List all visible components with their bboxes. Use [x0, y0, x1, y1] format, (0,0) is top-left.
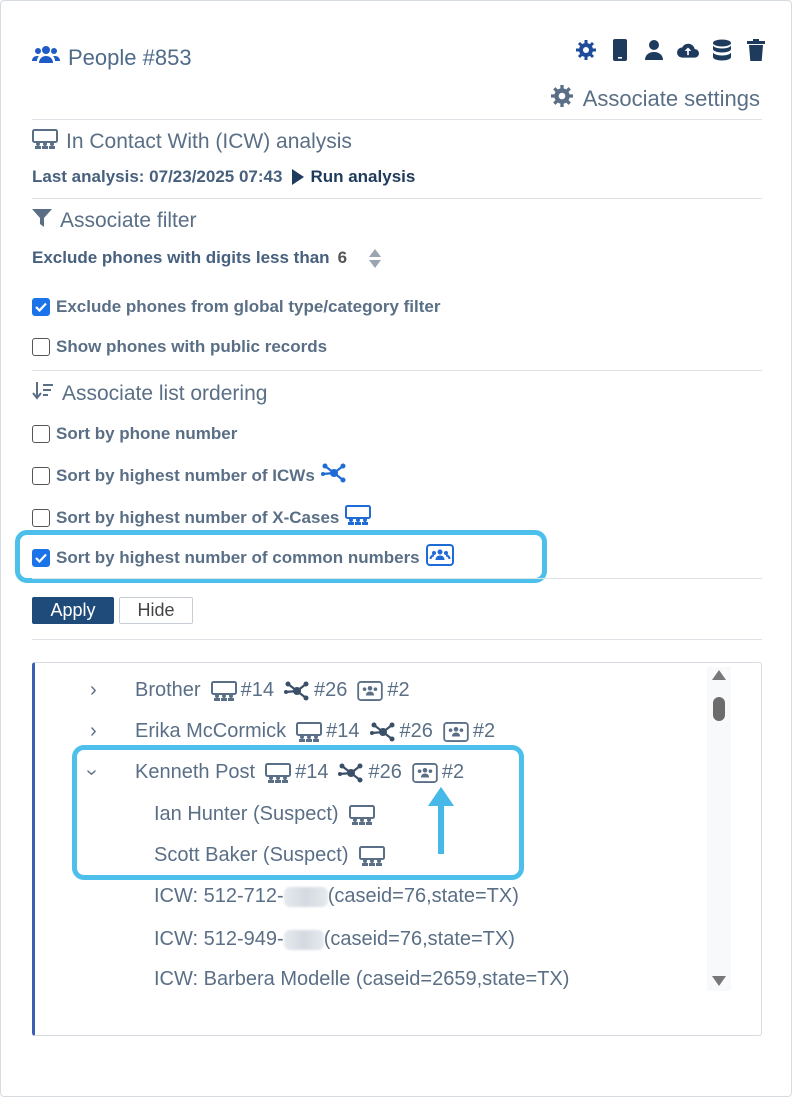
associate-name: Brother	[135, 679, 201, 701]
exclude-global-checkbox[interactable]	[32, 298, 50, 316]
settings-gear-icon[interactable]	[575, 39, 597, 61]
sort-phone-label: Sort by phone number	[56, 424, 238, 443]
sort-phone-option[interactable]: Sort by phone number	[32, 424, 237, 444]
gear-icon	[550, 85, 573, 113]
play-icon	[292, 169, 305, 185]
sort-phone-checkbox[interactable]	[32, 425, 50, 443]
icw-heading: In Contact With (ICW) analysis	[32, 129, 352, 155]
number-spinner[interactable]	[369, 248, 382, 268]
network-icon	[283, 681, 309, 700]
ordering-heading: Associate list ordering	[32, 381, 267, 407]
page-title: People #853	[32, 45, 192, 71]
people-panel: People #853 Associate settings In Contac…	[0, 0, 792, 1097]
min-digits-label: Exclude phones with digits less than	[32, 248, 330, 267]
divider	[32, 119, 762, 120]
mobile-phone-icon[interactable]	[609, 39, 631, 61]
trash-icon[interactable]	[745, 39, 767, 61]
icw-count: #26	[283, 679, 347, 702]
associate-row-erika-mccormick[interactable]: Erika McCormick #14 #26 #2	[135, 720, 495, 743]
divider	[32, 578, 762, 579]
common-count: #2	[443, 720, 495, 743]
expand-chevron-icon[interactable]: ›	[90, 720, 97, 743]
sort-xcases-label: Sort by highest number of X-Cases	[56, 507, 340, 527]
sort-icw-option[interactable]: Sort by highest number of ICWs	[32, 463, 347, 488]
min-digits-row: Exclude phones with digits less than 6	[32, 248, 382, 268]
filter-heading: Associate filter	[32, 208, 197, 234]
ordering-heading-text: Associate list ordering	[62, 382, 268, 405]
common-count: #2	[357, 679, 410, 702]
redacted-digits	[283, 886, 328, 907]
x-cases-icon	[32, 129, 58, 155]
common-numbers-icon	[443, 721, 469, 742]
run-analysis-button[interactable]: Run analysis	[292, 167, 415, 187]
divider	[32, 198, 762, 199]
sort-icon	[32, 381, 54, 407]
scroll-up-arrow[interactable]	[712, 670, 726, 680]
header-toolbar	[575, 39, 767, 61]
sort-icw-label: Sort by highest number of ICWs	[56, 465, 315, 485]
show-public-checkbox[interactable]	[32, 338, 50, 356]
sort-xcases-checkbox[interactable]	[32, 508, 50, 527]
expand-chevron-icon[interactable]: ›	[90, 679, 97, 702]
x-cases-icon	[345, 504, 372, 531]
cloud-upload-icon[interactable]	[677, 39, 699, 61]
sort-icw-checkbox[interactable]	[32, 466, 50, 485]
redacted-digits	[283, 929, 324, 950]
scroll-down-arrow[interactable]	[712, 976, 726, 986]
associate-name: Erika McCormick	[135, 720, 287, 742]
show-public-records-option[interactable]: Show phones with public records	[32, 337, 327, 357]
exclude-global-filter-option[interactable]: Exclude phones from global type/category…	[32, 297, 440, 317]
icw-row[interactable]: ICW: 512-949- (caseid=76,state=TX)	[154, 928, 515, 951]
min-digits-value[interactable]: 6	[338, 248, 347, 268]
xcases-count: #14	[296, 720, 360, 743]
sort-xcases-option[interactable]: Sort by highest number of X-Cases	[32, 504, 372, 531]
people-group-icon	[32, 45, 60, 71]
x-cases-icon	[210, 680, 237, 701]
icw-count: #26	[369, 720, 433, 743]
funnel-icon	[32, 208, 52, 234]
icw-row[interactable]: ICW: 512-712- (caseid=76,state=TX)	[154, 885, 519, 908]
person-icon[interactable]	[643, 39, 665, 61]
annotation-arrow-icon	[425, 785, 457, 856]
network-icon	[320, 463, 347, 488]
x-cases-icon	[296, 721, 323, 742]
associate-settings-label: Associate settings	[582, 86, 760, 111]
filter-heading-text: Associate filter	[60, 209, 197, 232]
scroll-thumb[interactable]	[713, 697, 725, 721]
icw-heading-text: In Contact With (ICW) analysis	[66, 130, 352, 153]
hide-button[interactable]: Hide	[119, 597, 193, 624]
list-scrollbar[interactable]	[707, 667, 731, 991]
run-analysis-label: Run analysis	[310, 167, 416, 186]
highlight-sort-common	[15, 530, 547, 583]
exclude-global-label: Exclude phones from global type/category…	[56, 297, 441, 316]
show-public-label: Show phones with public records	[56, 337, 328, 356]
apply-button[interactable]: Apply	[32, 597, 114, 624]
xcases-count: #14	[210, 679, 274, 702]
database-icon[interactable]	[711, 39, 733, 61]
associate-row-brother[interactable]: Brother #14 #26 #2	[135, 679, 410, 702]
network-icon	[369, 722, 394, 741]
associate-settings-link[interactable]: Associate settings	[550, 85, 760, 113]
icw-row[interactable]: ICW: Barbera Modelle (caseid=2659,state=…	[154, 968, 569, 991]
last-analysis-label: Last analysis: 07/23/2025 07:43	[32, 167, 283, 186]
page-title-text: People #853	[68, 45, 192, 70]
common-numbers-icon	[357, 680, 384, 701]
divider	[32, 370, 762, 371]
divider	[32, 639, 762, 640]
last-analysis-line: Last analysis: 07/23/2025 07:43 Run anal…	[32, 167, 415, 187]
